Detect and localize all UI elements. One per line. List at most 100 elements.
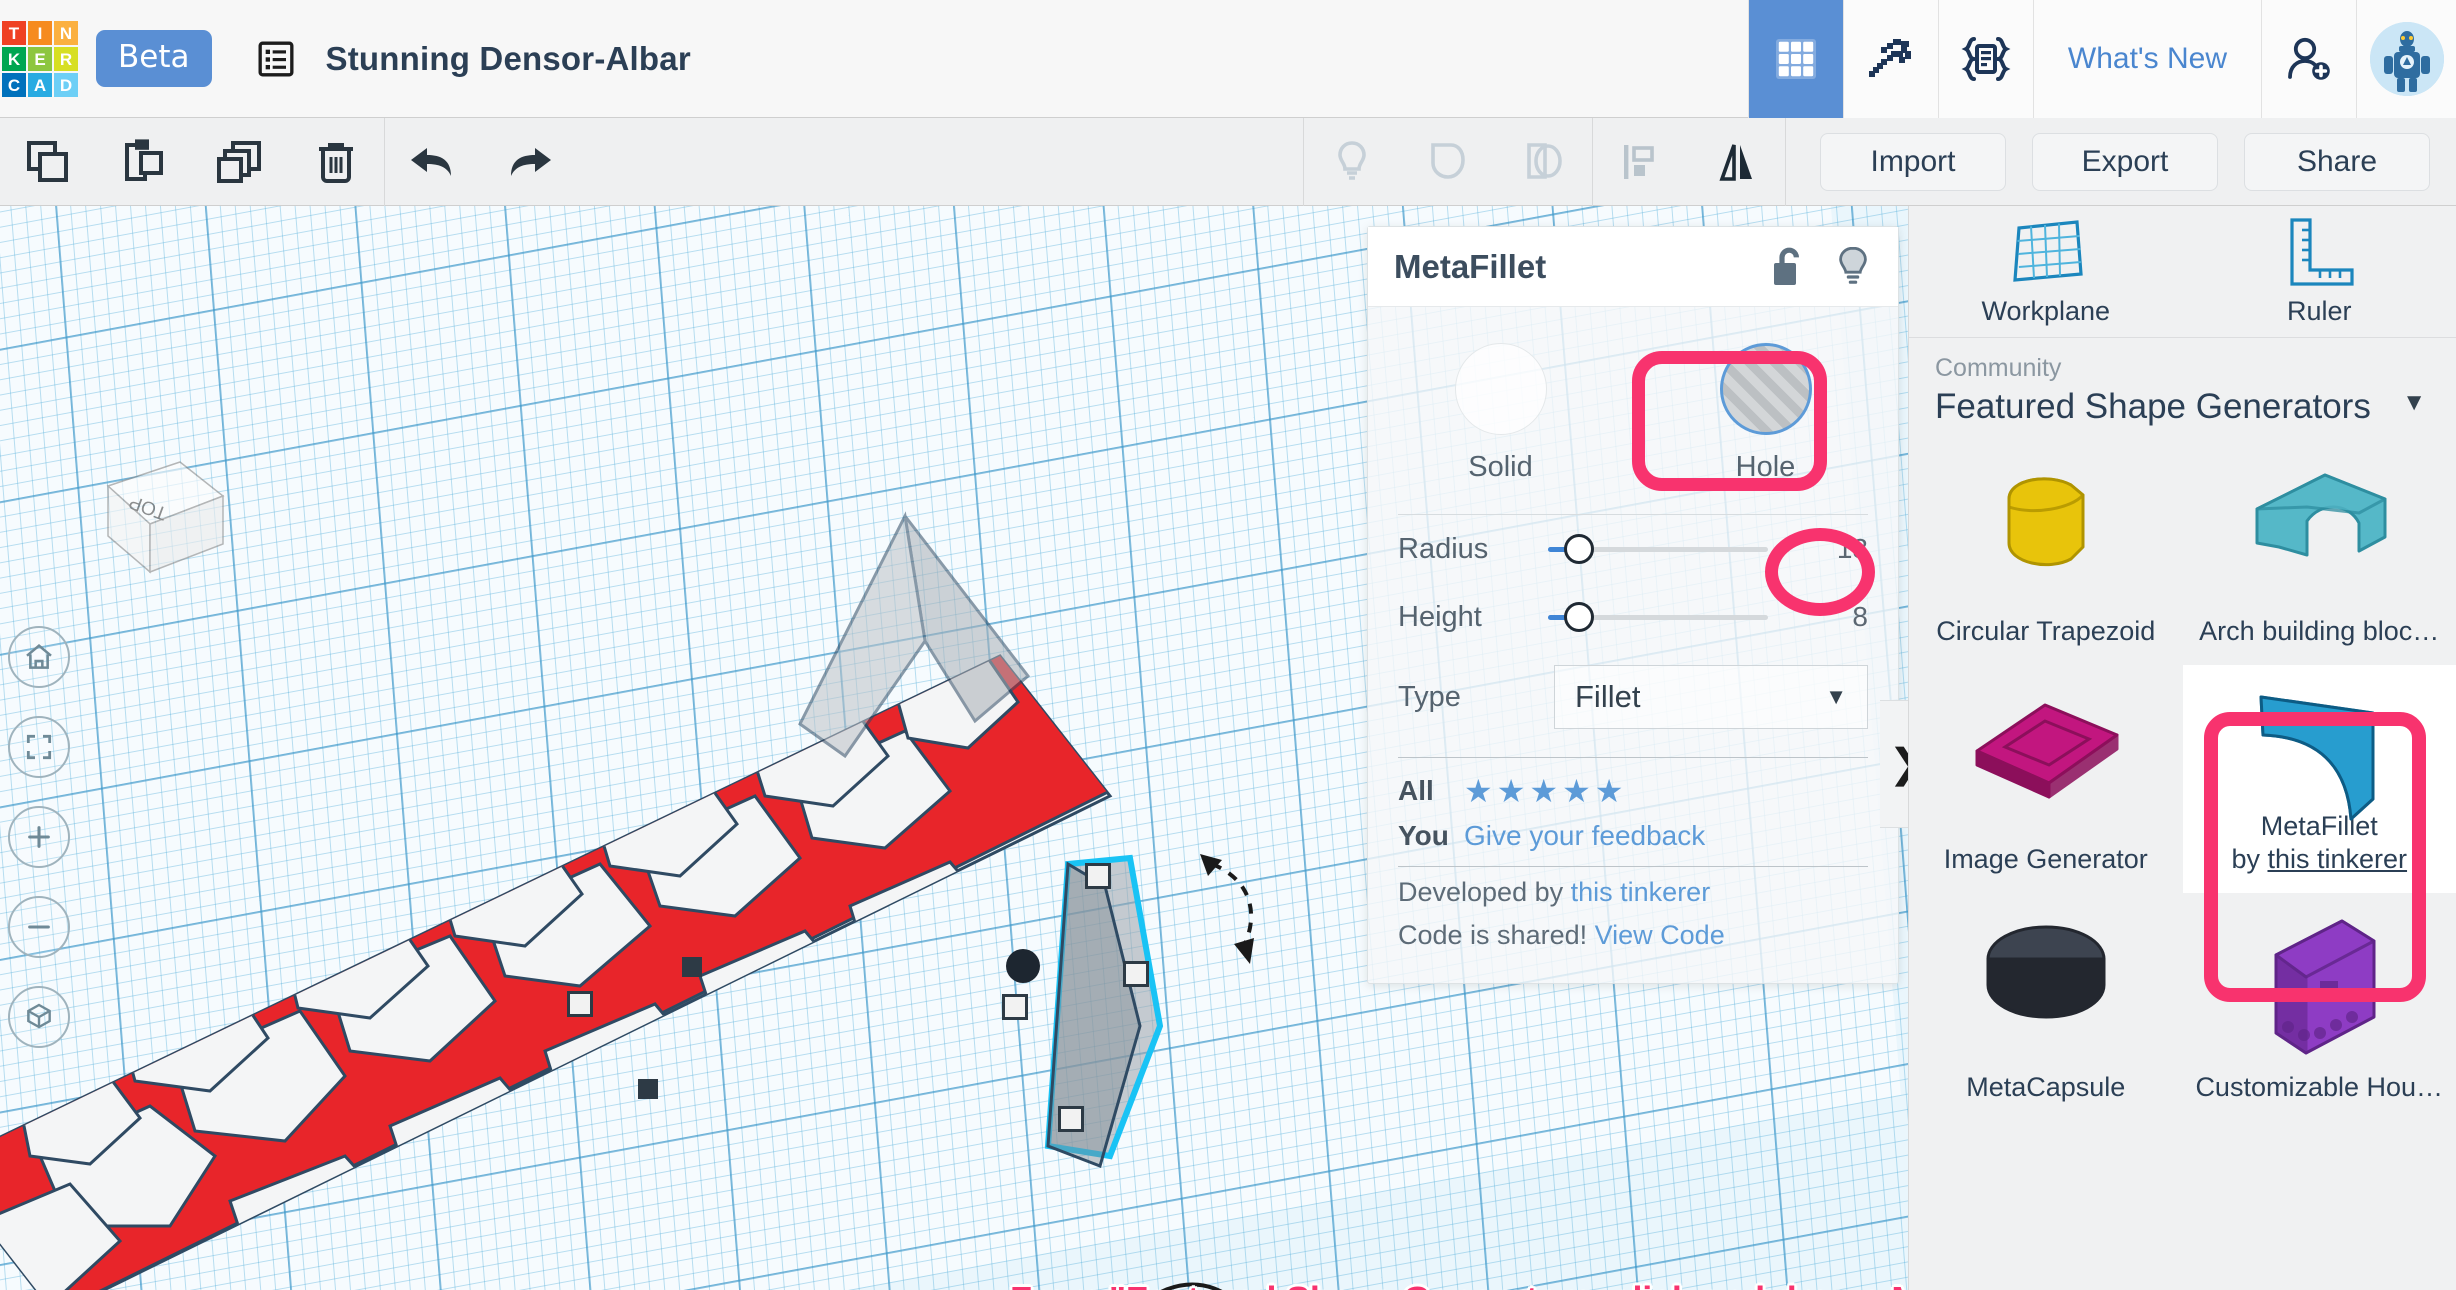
developed-by-row: Developed by this tinkerer bbox=[1368, 871, 1898, 914]
project-list-icon[interactable] bbox=[256, 39, 296, 79]
align-icon[interactable] bbox=[1593, 118, 1689, 206]
rating-stars[interactable]: ★★★★★ bbox=[1464, 772, 1627, 810]
resize-handle-l[interactable] bbox=[567, 991, 593, 1017]
shape-card-title: MetaCapsule bbox=[1966, 1072, 2125, 1102]
whats-new-link[interactable]: What's New bbox=[2033, 0, 2261, 118]
undo-icon[interactable] bbox=[385, 118, 481, 206]
developed-by-link[interactable]: this tinkerer bbox=[1571, 877, 1711, 907]
house-thumbnail bbox=[2244, 907, 2394, 1067]
paste-icon[interactable] bbox=[96, 118, 192, 206]
height-row: Height 8 bbox=[1368, 583, 1898, 651]
type-select[interactable]: Fillet ▼ bbox=[1554, 665, 1868, 729]
shape-card-label: MetaCapsule bbox=[1966, 1071, 2125, 1105]
shape-inspector-panel: MetaFillet Solid bbox=[1367, 226, 1899, 984]
grid-blocks-icon[interactable] bbox=[1748, 0, 1843, 118]
type-value: Fillet bbox=[1575, 679, 1640, 715]
delete-icon[interactable] bbox=[288, 118, 384, 206]
inspector-title: MetaFillet bbox=[1394, 248, 1744, 286]
shape-generator-grid: Circular Trapezoid Arch building bloc…Ima… bbox=[1909, 437, 2456, 1121]
shape-card-title: Circular Trapezoid bbox=[1936, 616, 2155, 646]
tinkercad-logo[interactable]: TINKERCAD bbox=[0, 0, 80, 118]
hole-toggle[interactable]: Hole bbox=[1633, 343, 1898, 484]
shape-card-circular-trapezoid[interactable]: Circular Trapezoid bbox=[1909, 437, 2183, 665]
radius-value[interactable]: 13 bbox=[1768, 533, 1868, 565]
ruler-tool[interactable]: Ruler bbox=[2183, 206, 2456, 337]
radius-row: Radius 13 bbox=[1368, 515, 1898, 583]
view-code-link[interactable]: View Code bbox=[1595, 920, 1725, 950]
type-label: Type bbox=[1398, 681, 1548, 714]
arch-block-thumbnail bbox=[2239, 451, 2399, 591]
shape-card-house[interactable]: Customizable Hou… bbox=[2183, 893, 2456, 1121]
sidebar-tools: Workplane Ruler bbox=[1909, 206, 2456, 338]
copy-icon[interactable] bbox=[0, 118, 96, 206]
tinkercad-app: TINKERCAD Beta Stunning Densor-Albar bbox=[0, 0, 2456, 1290]
rating-all-row: All ★★★★★ bbox=[1368, 762, 1898, 810]
code-shared-row: Code is shared! View Code bbox=[1368, 914, 1898, 957]
logo-cell-d-8: D bbox=[54, 73, 78, 97]
pickaxe-icon[interactable] bbox=[1843, 0, 1938, 118]
group-icon[interactable] bbox=[1400, 118, 1496, 206]
page-title: Stunning Densor-Albar bbox=[326, 40, 691, 78]
radius-knob[interactable] bbox=[1564, 534, 1594, 564]
capsule-thumbnail bbox=[1966, 907, 2126, 1037]
resize-handle-r[interactable] bbox=[1123, 961, 1149, 987]
shape-card-author-link[interactable]: this tinkerer bbox=[2267, 844, 2407, 874]
edit-toolbar: Import Export Share bbox=[0, 118, 2456, 206]
lightbulb-icon[interactable] bbox=[1304, 118, 1400, 206]
shape-card-capsule[interactable]: MetaCapsule bbox=[1909, 893, 2183, 1121]
export-button[interactable]: Export bbox=[2032, 133, 2218, 191]
unlock-icon[interactable] bbox=[1770, 245, 1808, 289]
metafillet-thumbnail bbox=[2239, 679, 2399, 829]
solid-toggle[interactable]: Solid bbox=[1368, 343, 1633, 484]
history-tool-group bbox=[385, 118, 577, 206]
import-button[interactable]: Import bbox=[1820, 133, 2006, 191]
topbar-spacer bbox=[691, 0, 1748, 117]
category-title: Featured Shape Generators bbox=[1935, 387, 2430, 427]
height-handle[interactable] bbox=[682, 957, 702, 977]
codeblocks-icon[interactable] bbox=[1938, 0, 2033, 118]
panel-divider-2 bbox=[1398, 757, 1868, 758]
resize-handle-tr[interactable] bbox=[1085, 863, 1111, 889]
shape-card-title: Customizable Hou… bbox=[2195, 1072, 2443, 1102]
logo-cell-n-2: N bbox=[54, 21, 78, 45]
workplane-tool[interactable]: Workplane bbox=[1909, 206, 2183, 337]
shape-card-arch-block[interactable]: Arch building bloc… bbox=[2183, 437, 2456, 665]
logo-cell-e-4: E bbox=[28, 47, 52, 71]
give-feedback-link[interactable]: Give your feedback bbox=[1464, 820, 1705, 852]
category-selector[interactable]: Community Featured Shape Generators ▼ bbox=[1909, 338, 2456, 437]
rating-you-label: You bbox=[1398, 820, 1464, 852]
hole-swatch bbox=[1720, 343, 1812, 435]
tutorial-annotation: From "Featured Shape Generators, click a… bbox=[1010, 1274, 1908, 1290]
shapes-sidebar: Workplane Ruler Community Featured Shape… bbox=[1908, 206, 2456, 1290]
image-plate-thumbnail bbox=[1961, 679, 2131, 809]
move-handle[interactable] bbox=[1006, 949, 1040, 983]
solid-hole-toggle-group: Solid Hole bbox=[1368, 307, 1898, 492]
ungroup-icon[interactable] bbox=[1496, 118, 1592, 206]
user-avatar[interactable] bbox=[2356, 0, 2456, 118]
depth-handle[interactable] bbox=[638, 1079, 658, 1099]
height-knob[interactable] bbox=[1564, 602, 1594, 632]
height-value[interactable]: 8 bbox=[1768, 601, 1868, 633]
beta-badge[interactable]: Beta bbox=[96, 30, 212, 87]
add-user-icon[interactable] bbox=[2261, 0, 2356, 118]
shape-card-metafillet[interactable]: MetaFilletby this tinkerer bbox=[2183, 665, 2456, 893]
workplane-icon bbox=[2003, 216, 2089, 288]
share-button[interactable]: Share bbox=[2244, 133, 2430, 191]
voronoi-bracelet-model[interactable] bbox=[0, 466, 1350, 1290]
resize-handle-br[interactable] bbox=[1058, 1106, 1084, 1132]
duplicate-icon[interactable] bbox=[192, 118, 288, 206]
mirror-icon[interactable] bbox=[1689, 118, 1785, 206]
clipboard-tool-group bbox=[0, 118, 384, 206]
shape-card-label: Circular Trapezoid bbox=[1936, 615, 2155, 649]
inspector-header: MetaFillet bbox=[1368, 227, 1898, 307]
lightbulb-icon[interactable] bbox=[1834, 245, 1872, 289]
shape-card-image-plate[interactable]: Image Generator bbox=[1909, 665, 2183, 893]
top-bar: TINKERCAD Beta Stunning Densor-Albar bbox=[0, 0, 2456, 118]
annotation-line-1: From "Featured Shape Generators, click a… bbox=[1010, 1274, 1908, 1290]
resize-handle-c[interactable] bbox=[1002, 994, 1028, 1020]
redo-icon[interactable] bbox=[481, 118, 577, 206]
object-tool-group bbox=[1304, 118, 1592, 206]
logo-cell-a-7: A bbox=[28, 73, 52, 97]
height-slider[interactable] bbox=[1548, 612, 1768, 622]
radius-slider[interactable] bbox=[1548, 544, 1768, 554]
